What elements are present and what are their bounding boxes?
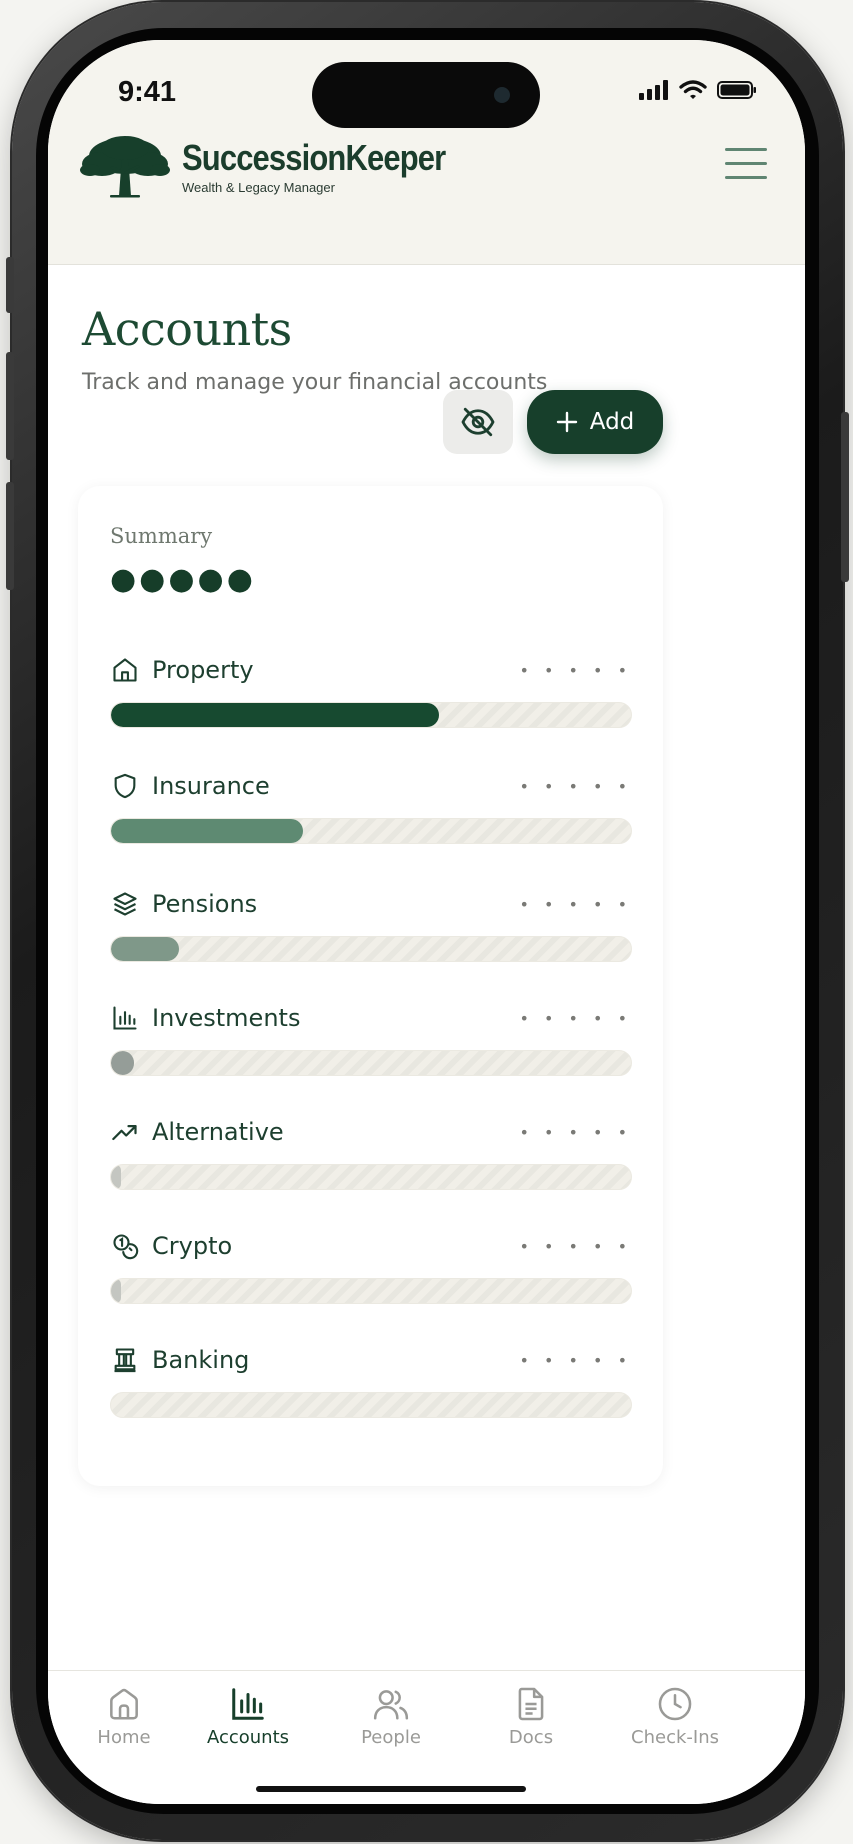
page-title: Accounts xyxy=(82,302,292,356)
category-label: Property xyxy=(152,656,254,684)
signal-icon xyxy=(639,80,668,100)
home-indicator[interactable] xyxy=(256,1786,526,1792)
tab-label: Check-Ins xyxy=(631,1727,719,1748)
clock-icon xyxy=(658,1687,692,1721)
category-progress-fill xyxy=(111,1051,135,1075)
category-row-pensions[interactable]: Pensions • • • • • xyxy=(110,884,632,974)
category-progress-fill xyxy=(111,1165,122,1189)
bank-icon xyxy=(110,1345,140,1375)
category-progress-track xyxy=(110,936,632,962)
shield-icon xyxy=(110,771,140,801)
tab-home[interactable]: Home xyxy=(54,1685,194,1748)
category-amount-masked: • • • • • xyxy=(519,776,632,796)
category-label: Crypto xyxy=(152,1232,233,1260)
battery-icon xyxy=(717,81,756,99)
category-row-property[interactable]: Property • • • • • xyxy=(110,650,632,740)
category-progress-track xyxy=(110,702,632,728)
brand-name: SuccessionKeeper xyxy=(182,136,446,178)
category-progress-fill xyxy=(111,1279,122,1303)
category-label: Insurance xyxy=(152,772,270,800)
layers-icon xyxy=(110,889,140,919)
tab-docs[interactable]: Docs xyxy=(461,1685,601,1748)
category-progress-track xyxy=(110,818,632,844)
bar-chart-icon xyxy=(232,1688,264,1720)
tab-label: Docs xyxy=(508,1727,554,1748)
brand-text: SuccessionKeeper Wealth & Legacy Manager xyxy=(182,136,488,195)
power-button xyxy=(841,412,849,582)
category-progress-fill xyxy=(111,937,179,961)
category-label: Pensions xyxy=(152,890,258,918)
app-screen: 9:41 SuccessionKeeper Wealth & Legacy Ma… xyxy=(48,40,805,1804)
document-icon xyxy=(518,1687,544,1721)
menu-line-icon xyxy=(725,176,767,179)
category-row-investments[interactable]: Investments • • • • • xyxy=(110,998,632,1088)
tab-people[interactable]: People xyxy=(321,1685,461,1748)
category-label: Alternative xyxy=(152,1118,284,1146)
category-row-banking[interactable]: Banking • • • • • xyxy=(110,1340,632,1430)
category-progress-fill xyxy=(111,819,304,843)
menu-line-icon xyxy=(725,148,767,151)
category-progress-track xyxy=(110,1392,632,1418)
category-progress-fill xyxy=(111,703,439,727)
toggle-visibility-button[interactable] xyxy=(443,390,513,454)
category-amount-masked: • • • • • xyxy=(519,660,632,680)
category-label: Investments xyxy=(152,1004,301,1032)
dynamic-island xyxy=(312,62,540,128)
add-account-button[interactable]: Add xyxy=(527,390,663,454)
volume-down-button xyxy=(6,482,14,590)
trending-up-icon xyxy=(110,1117,140,1147)
status-time: 9:41 xyxy=(118,76,177,108)
tab-label: Home xyxy=(97,1727,151,1748)
add-button-label: Add xyxy=(589,409,635,435)
category-progress-track xyxy=(110,1050,632,1076)
oak-tree-logo xyxy=(80,136,170,198)
tab-label: Accounts xyxy=(206,1727,290,1748)
category-row-insurance[interactable]: Insurance • • • • • xyxy=(110,766,632,856)
people-icon xyxy=(373,1690,409,1720)
hamburger-menu-button[interactable] xyxy=(725,148,767,184)
eye-off-icon xyxy=(461,407,495,437)
category-amount-masked: • • • • • xyxy=(519,1122,632,1142)
category-row-crypto[interactable]: Crypto • • • • • xyxy=(110,1226,632,1316)
brand-tagline: Wealth & Legacy Manager xyxy=(182,179,335,195)
wifi-icon xyxy=(679,80,707,99)
status-icons xyxy=(639,80,757,100)
volume-up-button xyxy=(6,352,14,460)
category-label: Banking xyxy=(152,1346,250,1374)
menu-line-icon xyxy=(725,162,767,165)
category-amount-masked: • • • • • xyxy=(519,1350,632,1370)
silent-switch xyxy=(6,257,14,313)
home-icon xyxy=(110,1688,138,1720)
category-amount-masked: • • • • • xyxy=(519,1008,632,1028)
brand[interactable]: SuccessionKeeper Wealth & Legacy Manager xyxy=(80,134,488,200)
bottom-tab-bar: Home Accounts People Docs Check-Ins xyxy=(48,1670,805,1804)
home-icon xyxy=(110,655,140,685)
tab-accounts[interactable]: Accounts xyxy=(178,1685,318,1748)
summary-total-masked: ●●●●● xyxy=(110,562,256,597)
tab-check-ins[interactable]: Check-Ins xyxy=(605,1685,745,1748)
coins-icon xyxy=(110,1231,140,1261)
tab-label: People xyxy=(361,1727,421,1748)
category-progress-track xyxy=(110,1164,632,1190)
bar-chart-icon xyxy=(110,1003,140,1033)
category-progress-track xyxy=(110,1278,632,1304)
summary-card: Summary ●●●●● Property • • • • • Insuran… xyxy=(78,486,663,1486)
category-amount-masked: • • • • • xyxy=(519,894,632,914)
plus-icon xyxy=(556,411,577,433)
category-row-alternative[interactable]: Alternative • • • • • xyxy=(110,1112,632,1202)
summary-label: Summary xyxy=(110,524,213,548)
category-amount-masked: • • • • • xyxy=(519,1236,632,1256)
